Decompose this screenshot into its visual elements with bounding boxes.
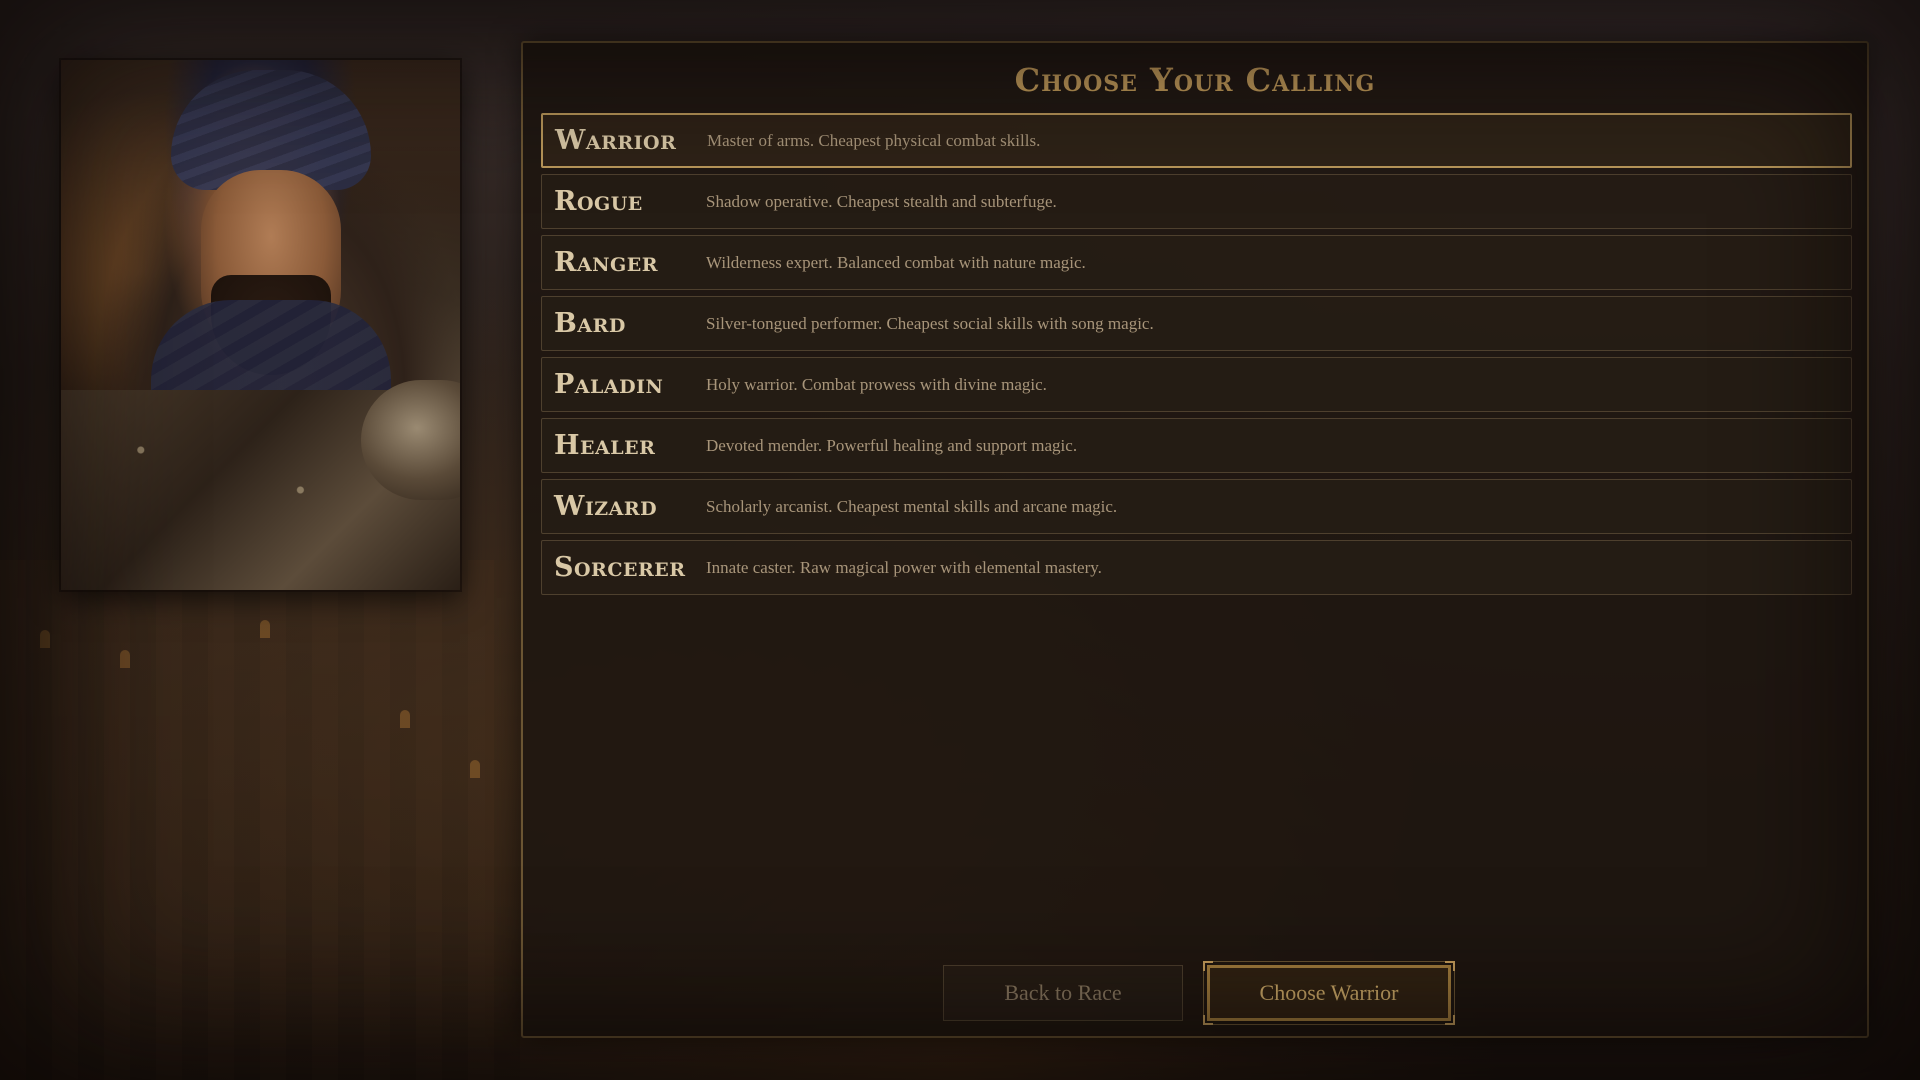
class-option-paladin[interactable]: Paladin Holy warrior. Combat prowess wit… [541,357,1852,412]
class-name: Healer [554,430,656,461]
class-name: Warrior [555,125,677,156]
page-title: Choose Your Calling [1014,61,1376,99]
city-window [40,630,50,648]
class-name: Sorcerer [554,552,686,583]
class-option-bard[interactable]: Bard Silver-tongued performer. Cheapest … [541,296,1852,351]
background-city-scene [0,560,520,1080]
class-option-sorcerer[interactable]: Sorcerer Innate caster. Raw magical powe… [541,540,1852,595]
class-description: Wilderness expert. Balanced combat with … [706,252,1086,272]
class-name: Rogue [554,186,643,217]
city-window [470,760,480,778]
class-option-ranger[interactable]: Ranger Wilderness expert. Balanced comba… [541,235,1852,290]
class-list: Warrior Master of arms. Cheapest physica… [541,113,1852,601]
class-description: Shadow operative. Cheapest stealth and s… [706,191,1057,211]
class-option-rogue[interactable]: Rogue Shadow operative. Cheapest stealth… [541,174,1852,229]
class-name: Ranger [554,247,659,278]
corner-ornament [1203,961,1213,971]
city-window [400,710,410,728]
choose-class-button[interactable]: Choose Warrior [1203,961,1455,1025]
class-description: Holy warrior. Combat prowess with divine… [706,374,1047,394]
class-description: Master of arms. Cheapest physical combat… [707,130,1041,150]
city-window [120,650,130,668]
corner-ornament [1203,1015,1213,1025]
city-window [260,620,270,638]
class-option-wizard[interactable]: Wizard Scholarly arcanist. Cheapest ment… [541,479,1852,534]
class-name: Wizard [554,491,658,522]
corner-ornament [1445,961,1455,971]
class-description: Devoted mender. Powerful healing and sup… [706,435,1078,455]
class-name: Paladin [554,369,664,400]
corner-ornament [1445,1015,1455,1025]
class-option-warrior[interactable]: Warrior Master of arms. Cheapest physica… [541,113,1852,168]
class-selection-panel: Choose Your Calling Warrior Master of ar… [521,41,1869,1038]
class-option-healer[interactable]: Healer Devoted mender. Powerful healing … [541,418,1852,473]
class-name: Bard [554,308,626,339]
class-description: Innate caster. Raw magical power with el… [706,557,1102,577]
class-description: Silver-tongued performer. Cheapest socia… [706,313,1154,333]
class-description: Scholarly arcanist. Cheapest mental skil… [706,496,1118,516]
choose-class-button-label: Choose Warrior [1259,980,1399,1005]
character-portrait [61,60,460,590]
back-to-race-button[interactable]: Back to Race [943,965,1183,1021]
